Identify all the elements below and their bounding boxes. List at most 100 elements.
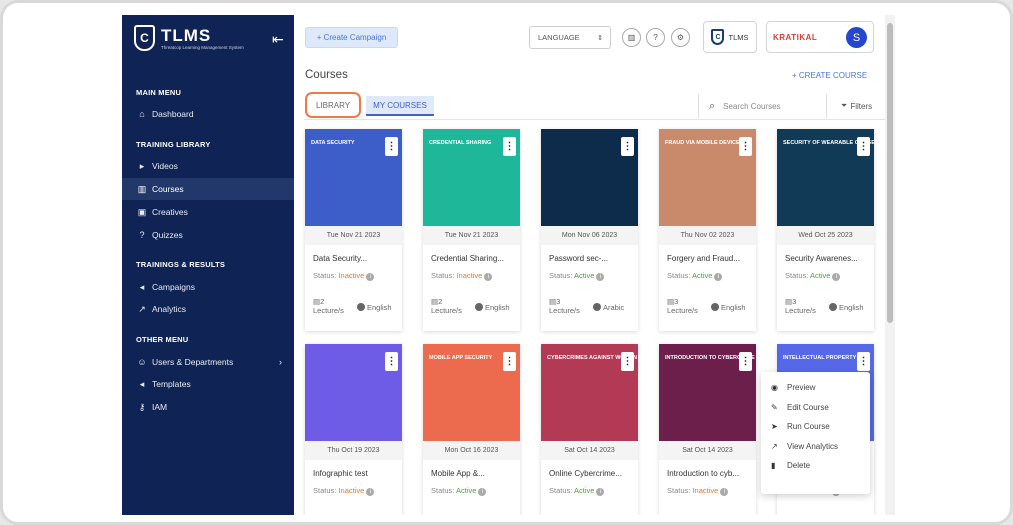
info-icon[interactable]: i (484, 273, 493, 281)
more-options-icon[interactable]: ⋮ (385, 352, 398, 371)
chart-icon: ↗ (771, 441, 778, 451)
course-title: Security Awarenes... (785, 254, 858, 263)
course-card[interactable]: DATA SECURITY ⋮ Tue Nov 21 2023 Data Secur… (305, 129, 402, 331)
course-thumbnail[interactable]: ⋮ (541, 129, 638, 226)
more-options-icon[interactable]: ⋮ (385, 137, 398, 156)
course-thumbnail[interactable]: INTRODUCTION TO CYBERCRIME ⋮ (659, 344, 756, 441)
context-item-delete[interactable]: ▮ Delete (761, 456, 870, 476)
context-item-view-analytics[interactable]: ↗ View Analytics (761, 437, 870, 457)
window-frame: C TLMS Threatcop Learning Management Sys… (0, 0, 1013, 525)
sidebar-item-campaigns[interactable]: ◂ Campaigns (122, 276, 294, 298)
lecture-number: 3 (556, 297, 561, 306)
info-icon[interactable]: i (596, 488, 605, 496)
course-thumbnail[interactable]: MOBILE APP SECURITY ⋮ (423, 344, 520, 441)
more-options-icon[interactable]: ⋮ (503, 352, 516, 371)
trash-icon: ▮ (771, 461, 776, 471)
avatar[interactable]: S (846, 27, 867, 48)
course-date: Sat Oct 14 2023 (541, 441, 638, 460)
course-thumbnail[interactable]: SECURITY OF WEARABLE GADGETS ⋮ (777, 129, 874, 226)
course-status: Status: Activei (785, 271, 841, 281)
sidebar-item-analytics[interactable]: ↗ Analytics (122, 298, 294, 320)
sidebar-item-dashboard[interactable]: ⌂ Dashboard (122, 103, 294, 125)
lecture-label: Lecture/s (549, 306, 580, 315)
more-options-icon[interactable]: ⋮ (857, 137, 870, 156)
course-card[interactable]: INTRODUCTION TO CYBERCRIME ⋮ Sat Oct 14 2… (659, 344, 756, 515)
more-options-icon[interactable]: ⋮ (739, 137, 752, 156)
thumbnail-title: MOBILE APP SECURITY (429, 355, 493, 361)
tab-my-courses[interactable]: MY COURSES (366, 96, 434, 116)
language-select[interactable]: LANGUAGE ⇕ (529, 26, 611, 49)
course-thumbnail[interactable]: ⋮ (305, 344, 402, 441)
course-language: English (829, 303, 864, 312)
section-trainings-results: TRAININGS & RESULTS (136, 260, 226, 269)
info-icon[interactable]: i (478, 488, 487, 496)
course-thumbnail[interactable]: DATA SECURITY ⋮ (305, 129, 402, 226)
course-title: Introduction to cyb... (667, 469, 740, 478)
course-thumbnail[interactable]: FRAUD VIA MOBILE DEVICE ⋮ (659, 129, 756, 226)
sidebar-item-templates[interactable]: ◂ Templates (122, 373, 294, 395)
status-value: Active (810, 271, 831, 280)
context-item-preview[interactable]: ◉ Preview (761, 378, 870, 398)
course-thumbnail[interactable]: CREDENTIAL SHARING ⋮ (423, 129, 520, 226)
info-icon[interactable]: i (366, 273, 375, 281)
search-input[interactable]: ⌕ Search Courses (698, 94, 826, 118)
tab-library[interactable]: LIBRARY (305, 92, 361, 118)
help-icon[interactable]: ? (646, 28, 665, 47)
settings-icon[interactable]: ⚙ (671, 28, 690, 47)
course-date: Wed Oct 25 2023 (777, 226, 874, 245)
course-date: Tue Nov 21 2023 (305, 226, 402, 245)
course-card[interactable]: SECURITY OF WEARABLE GADGETS ⋮ Wed Oct 25… (777, 129, 874, 331)
sidebar-item-iam[interactable]: ⚷ IAM (122, 396, 294, 418)
sidebar-item-creatives[interactable]: ▣ Creatives (122, 201, 294, 223)
status-value: Inactive (338, 271, 365, 280)
scrollbar-thumb[interactable] (887, 23, 893, 323)
more-options-icon[interactable]: ⋮ (621, 352, 634, 371)
collapse-sidebar-icon[interactable]: ⇤ (272, 31, 284, 48)
course-status: Status: Inactive i (313, 486, 375, 496)
language-label: LANGUAGE (538, 33, 580, 42)
create-campaign-button[interactable]: + Create Campaign (305, 27, 398, 48)
user-icon: ☺ (137, 357, 147, 367)
status-label: Status: (313, 271, 337, 280)
filters-button[interactable]: ⏷ Filters (826, 94, 886, 118)
course-card[interactable]: MOBILE APP SECURITY ⋮ Mon Oct 16 2023 Mobi… (423, 344, 520, 515)
course-card[interactable]: ⋮ Mon Nov 06 2023 Password sec-... Status: … (541, 129, 638, 331)
scrollbar[interactable] (885, 15, 895, 515)
info-icon[interactable]: i (832, 273, 841, 281)
sidebar-item-videos[interactable]: ▸ Videos (122, 155, 294, 177)
course-card[interactable]: ⋮ Thu Oct 19 2023 Infographic test Status: … (305, 344, 402, 515)
question-icon: ? (139, 230, 145, 240)
globe-icon (829, 303, 837, 311)
sidebar-item-quizzes[interactable]: ? Quizzes (122, 224, 294, 246)
status-label: Status: (431, 486, 455, 495)
filters-label: Filters (850, 101, 873, 111)
sidebar-item-label: Quizzes (152, 230, 183, 240)
create-course-button[interactable]: + CREATE COURSE (792, 71, 867, 80)
info-icon[interactable]: i (720, 488, 729, 496)
status-label: Status: (549, 271, 573, 280)
language-value: English (839, 303, 864, 312)
info-icon[interactable]: i (714, 273, 723, 281)
more-options-icon[interactable]: ⋮ (503, 137, 516, 156)
lecture-count: ▤3 Lecture/s (549, 297, 580, 315)
course-thumbnail[interactable]: CYBERCRIMES AGAINST WOMEN ⋮ (541, 344, 638, 441)
book-icon[interactable]: ▥ (622, 28, 641, 47)
more-options-icon[interactable]: ⋮ (621, 137, 634, 156)
more-options-icon[interactable]: ⋮ (739, 352, 752, 371)
course-card[interactable]: FRAUD VIA MOBILE DEVICE ⋮ Thu Nov 02 2023… (659, 129, 756, 331)
sidebar-item-courses[interactable]: ▥ Courses (122, 178, 294, 200)
info-icon[interactable]: i (596, 273, 605, 281)
lecture-number: 2 (320, 297, 325, 306)
course-date: Sat Oct 14 2023 (659, 441, 756, 460)
info-icon[interactable]: i (366, 488, 375, 496)
search-icon: ⌕ (709, 99, 716, 112)
context-item-run-course[interactable]: ➤ Run Course (761, 417, 870, 437)
course-card[interactable]: CREDENTIAL SHARING ⋮ Tue Nov 21 2023 Crede… (423, 129, 520, 331)
section-main-menu: MAIN MENU (136, 88, 182, 97)
course-card[interactable]: CYBERCRIMES AGAINST WOMEN ⋮ Sat Oct 14 20… (541, 344, 638, 515)
status-label: Status: (667, 486, 691, 495)
course-date: Thu Nov 02 2023 (659, 226, 756, 245)
sidebar-item-users-departments[interactable]: ☺ Users & Departments › (122, 351, 294, 373)
more-options-icon[interactable]: ⋮ (857, 352, 870, 371)
context-item-edit-course[interactable]: ✎ Edit Course (761, 398, 870, 418)
